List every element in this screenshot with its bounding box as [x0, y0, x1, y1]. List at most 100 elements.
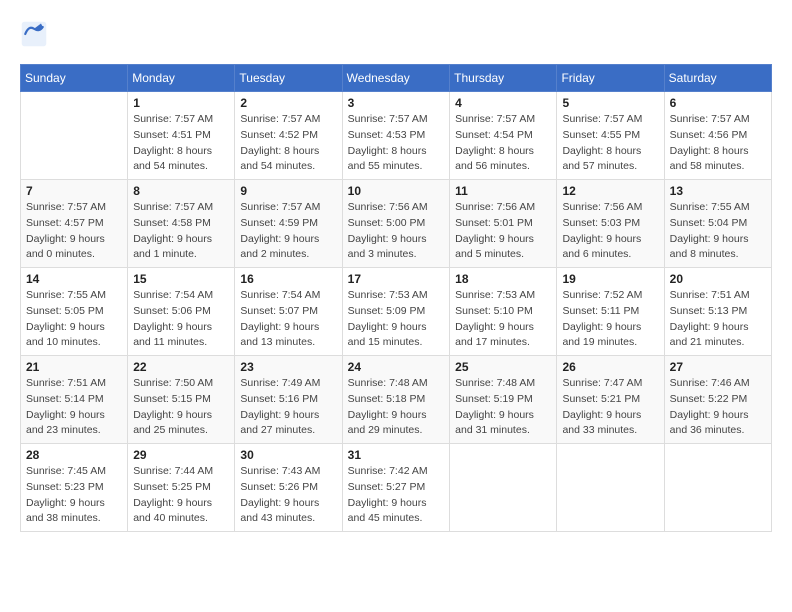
- day-number: 29: [133, 448, 229, 462]
- sunrise-time: Sunrise: 7:46 AM: [670, 377, 750, 389]
- day-info: Sunrise: 7:43 AM Sunset: 5:26 PM Dayligh…: [240, 464, 336, 527]
- daylight-hours: Daylight: 9 hours and 23 minutes.: [26, 409, 105, 437]
- weekday-header: Sunday: [21, 65, 128, 92]
- daylight-hours: Daylight: 9 hours and 10 minutes.: [26, 321, 105, 349]
- calendar-day-cell: [557, 444, 664, 532]
- day-number: 10: [348, 184, 444, 198]
- daylight-hours: Daylight: 9 hours and 3 minutes.: [348, 233, 427, 261]
- day-info: Sunrise: 7:57 AM Sunset: 4:55 PM Dayligh…: [562, 112, 658, 175]
- sunset-time: Sunset: 4:54 PM: [455, 129, 533, 141]
- day-number: 20: [670, 272, 766, 286]
- sunset-time: Sunset: 4:55 PM: [562, 129, 640, 141]
- calendar-day-cell: [664, 444, 771, 532]
- day-number: 6: [670, 96, 766, 110]
- sunrise-time: Sunrise: 7:53 AM: [455, 289, 535, 301]
- daylight-hours: Daylight: 8 hours and 55 minutes.: [348, 145, 427, 173]
- sunset-time: Sunset: 4:52 PM: [240, 129, 318, 141]
- sunset-time: Sunset: 5:14 PM: [26, 393, 104, 405]
- day-number: 19: [562, 272, 658, 286]
- calendar-week-row: 28 Sunrise: 7:45 AM Sunset: 5:23 PM Dayl…: [21, 444, 772, 532]
- day-number: 8: [133, 184, 229, 198]
- sunset-time: Sunset: 5:23 PM: [26, 481, 104, 493]
- sunset-time: Sunset: 4:59 PM: [240, 217, 318, 229]
- calendar-day-cell: 14 Sunrise: 7:55 AM Sunset: 5:05 PM Dayl…: [21, 268, 128, 356]
- day-number: 27: [670, 360, 766, 374]
- sunrise-time: Sunrise: 7:49 AM: [240, 377, 320, 389]
- day-info: Sunrise: 7:51 AM Sunset: 5:14 PM Dayligh…: [26, 376, 122, 439]
- day-info: Sunrise: 7:50 AM Sunset: 5:15 PM Dayligh…: [133, 376, 229, 439]
- calendar-day-cell: 12 Sunrise: 7:56 AM Sunset: 5:03 PM Dayl…: [557, 180, 664, 268]
- calendar-day-cell: 24 Sunrise: 7:48 AM Sunset: 5:18 PM Dayl…: [342, 356, 449, 444]
- day-info: Sunrise: 7:57 AM Sunset: 4:51 PM Dayligh…: [133, 112, 229, 175]
- calendar-day-cell: 10 Sunrise: 7:56 AM Sunset: 5:00 PM Dayl…: [342, 180, 449, 268]
- day-info: Sunrise: 7:56 AM Sunset: 5:01 PM Dayligh…: [455, 200, 551, 263]
- calendar-day-cell: 5 Sunrise: 7:57 AM Sunset: 4:55 PM Dayli…: [557, 92, 664, 180]
- weekday-header: Wednesday: [342, 65, 449, 92]
- daylight-hours: Daylight: 8 hours and 54 minutes.: [240, 145, 319, 173]
- day-number: 26: [562, 360, 658, 374]
- sunset-time: Sunset: 4:53 PM: [348, 129, 426, 141]
- day-number: 21: [26, 360, 122, 374]
- day-number: 18: [455, 272, 551, 286]
- calendar-day-cell: 8 Sunrise: 7:57 AM Sunset: 4:58 PM Dayli…: [128, 180, 235, 268]
- daylight-hours: Daylight: 9 hours and 21 minutes.: [670, 321, 749, 349]
- sunset-time: Sunset: 5:13 PM: [670, 305, 748, 317]
- day-number: 22: [133, 360, 229, 374]
- daylight-hours: Daylight: 9 hours and 36 minutes.: [670, 409, 749, 437]
- day-number: 2: [240, 96, 336, 110]
- sunrise-time: Sunrise: 7:56 AM: [455, 201, 535, 213]
- day-number: 25: [455, 360, 551, 374]
- weekday-header: Tuesday: [235, 65, 342, 92]
- day-number: 7: [26, 184, 122, 198]
- calendar-day-cell: 4 Sunrise: 7:57 AM Sunset: 4:54 PM Dayli…: [450, 92, 557, 180]
- day-number: 16: [240, 272, 336, 286]
- calendar-week-row: 1 Sunrise: 7:57 AM Sunset: 4:51 PM Dayli…: [21, 92, 772, 180]
- sunset-time: Sunset: 5:01 PM: [455, 217, 533, 229]
- daylight-hours: Daylight: 9 hours and 15 minutes.: [348, 321, 427, 349]
- sunrise-time: Sunrise: 7:43 AM: [240, 465, 320, 477]
- sunrise-time: Sunrise: 7:55 AM: [26, 289, 106, 301]
- calendar-day-cell: 29 Sunrise: 7:44 AM Sunset: 5:25 PM Dayl…: [128, 444, 235, 532]
- sunrise-time: Sunrise: 7:52 AM: [562, 289, 642, 301]
- calendar-day-cell: 27 Sunrise: 7:46 AM Sunset: 5:22 PM Dayl…: [664, 356, 771, 444]
- weekday-header: Friday: [557, 65, 664, 92]
- day-info: Sunrise: 7:57 AM Sunset: 4:57 PM Dayligh…: [26, 200, 122, 263]
- sunrise-time: Sunrise: 7:56 AM: [348, 201, 428, 213]
- day-number: 24: [348, 360, 444, 374]
- calendar-day-cell: 26 Sunrise: 7:47 AM Sunset: 5:21 PM Dayl…: [557, 356, 664, 444]
- calendar-day-cell: 13 Sunrise: 7:55 AM Sunset: 5:04 PM Dayl…: [664, 180, 771, 268]
- sunrise-time: Sunrise: 7:53 AM: [348, 289, 428, 301]
- sunrise-time: Sunrise: 7:55 AM: [670, 201, 750, 213]
- day-info: Sunrise: 7:46 AM Sunset: 5:22 PM Dayligh…: [670, 376, 766, 439]
- sunrise-time: Sunrise: 7:57 AM: [348, 113, 428, 125]
- day-number: 1: [133, 96, 229, 110]
- day-info: Sunrise: 7:57 AM Sunset: 4:54 PM Dayligh…: [455, 112, 551, 175]
- day-info: Sunrise: 7:57 AM Sunset: 4:58 PM Dayligh…: [133, 200, 229, 263]
- day-number: 9: [240, 184, 336, 198]
- daylight-hours: Daylight: 9 hours and 27 minutes.: [240, 409, 319, 437]
- weekday-header: Thursday: [450, 65, 557, 92]
- sunrise-time: Sunrise: 7:48 AM: [455, 377, 535, 389]
- sunset-time: Sunset: 5:00 PM: [348, 217, 426, 229]
- logo: [20, 20, 52, 48]
- sunrise-time: Sunrise: 7:47 AM: [562, 377, 642, 389]
- sunrise-time: Sunrise: 7:44 AM: [133, 465, 213, 477]
- day-number: 5: [562, 96, 658, 110]
- daylight-hours: Daylight: 9 hours and 43 minutes.: [240, 497, 319, 525]
- daylight-hours: Daylight: 9 hours and 45 minutes.: [348, 497, 427, 525]
- sunset-time: Sunset: 5:15 PM: [133, 393, 211, 405]
- sunrise-time: Sunrise: 7:51 AM: [26, 377, 106, 389]
- calendar-table: SundayMondayTuesdayWednesdayThursdayFrid…: [20, 64, 772, 532]
- daylight-hours: Daylight: 9 hours and 13 minutes.: [240, 321, 319, 349]
- sunset-time: Sunset: 4:56 PM: [670, 129, 748, 141]
- sunset-time: Sunset: 5:16 PM: [240, 393, 318, 405]
- day-number: 30: [240, 448, 336, 462]
- calendar-week-row: 7 Sunrise: 7:57 AM Sunset: 4:57 PM Dayli…: [21, 180, 772, 268]
- day-info: Sunrise: 7:44 AM Sunset: 5:25 PM Dayligh…: [133, 464, 229, 527]
- logo-icon: [20, 20, 48, 48]
- daylight-hours: Daylight: 9 hours and 8 minutes.: [670, 233, 749, 261]
- day-info: Sunrise: 7:48 AM Sunset: 5:18 PM Dayligh…: [348, 376, 444, 439]
- sunset-time: Sunset: 5:05 PM: [26, 305, 104, 317]
- day-info: Sunrise: 7:48 AM Sunset: 5:19 PM Dayligh…: [455, 376, 551, 439]
- daylight-hours: Daylight: 9 hours and 19 minutes.: [562, 321, 641, 349]
